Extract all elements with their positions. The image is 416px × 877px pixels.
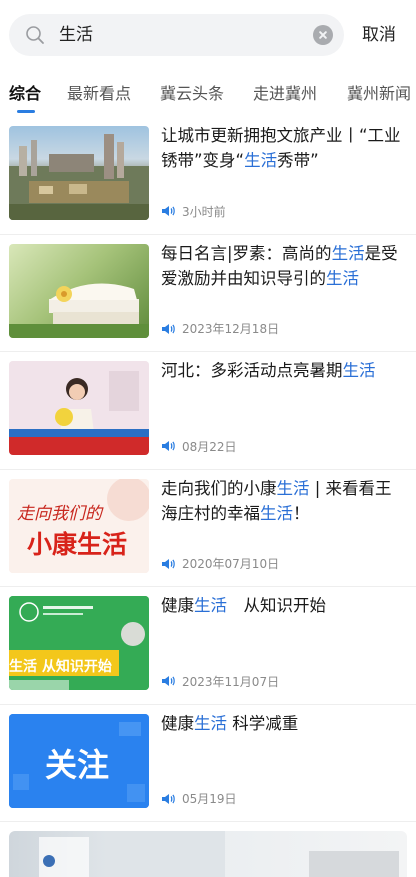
news-thumbnail	[9, 361, 149, 455]
poster-text-line2: 小康生活	[27, 530, 127, 559]
news-thumbnail: 生活 从知识开始	[9, 596, 149, 690]
tab-jiyun-headlines[interactable]: 冀云头条	[160, 80, 224, 104]
speaker-icon[interactable]	[161, 204, 175, 218]
news-thumbnail: 关注	[9, 713, 149, 808]
speaker-icon[interactable]	[161, 792, 175, 806]
news-meta: 3小时前	[161, 203, 226, 219]
news-title: 健康生活 科学减重	[161, 713, 299, 733]
news-title: 健康生活 从知识开始	[161, 596, 326, 615]
book-flower-image	[9, 283, 149, 338]
search-header: 生活 取消	[0, 0, 416, 70]
news-time: 2020年07月10日	[182, 557, 280, 571]
category-tabs: 综合 最新看点 冀云头条 走进冀州 冀州新闻	[0, 72, 416, 116]
speaker-icon[interactable]	[161, 674, 175, 688]
active-tab-indicator	[17, 110, 35, 113]
speaker-icon[interactable]	[161, 557, 175, 571]
news-meta: 05月19日	[161, 791, 237, 807]
news-thumbnail	[9, 126, 149, 220]
search-input[interactable]: 生活	[9, 14, 344, 56]
news-thumbnail: 走向我们的 小康生活	[9, 478, 149, 573]
news-thumbnail	[9, 243, 149, 338]
speaker-icon[interactable]	[161, 439, 175, 453]
news-meta: 2023年12月18日	[161, 321, 279, 337]
news-time: 3小时前	[182, 204, 226, 219]
news-title: 让城市更新拥抱文旅产业丨“工业锈带”变身“生活秀带”	[161, 126, 401, 170]
search-query: 生活	[59, 25, 93, 45]
news-title: 每日名言|罗素：高尚的生活是受爱激励并由知识导引的生活	[161, 243, 398, 288]
list-item[interactable]: 河北：多彩活动点亮暑期生活 08月22日	[0, 352, 416, 470]
tab-comprehensive[interactable]: 综合	[9, 80, 41, 104]
tab-into-jizhou[interactable]: 走进冀州	[253, 80, 317, 104]
xiaokang-poster-image: 走向我们的 小康生活	[9, 478, 149, 573]
news-title: 走向我们的小康生活 | 来看看王海庄村的幸福生活！	[161, 478, 392, 523]
news-time: 05月19日	[182, 792, 237, 806]
city-aerial-image	[9, 134, 149, 220]
clear-icon[interactable]	[313, 25, 333, 45]
news-meta: 2020年07月10日	[161, 556, 279, 572]
cancel-button[interactable]: 取消	[362, 14, 396, 56]
thumb-banner-text: 生活 从知识开始	[9, 659, 112, 675]
news-title: 河北：多彩活动点亮暑期生活	[161, 361, 376, 380]
list-item[interactable]: 走向我们的 小康生活 走向我们的小康生活 | 来看看王海庄村的幸福生活！ 202…	[0, 470, 416, 587]
list-item[interactable]: 关注 健康生活 科学减重 05月19日	[0, 705, 416, 822]
news-time: 2023年12月18日	[182, 322, 280, 336]
child-broadcast-image	[9, 361, 149, 455]
news-time: 08月22日	[182, 439, 237, 454]
list-item-partial[interactable]	[9, 831, 407, 877]
tab-latest[interactable]: 最新看点	[67, 80, 131, 104]
news-time: 2023年11月07日	[182, 674, 280, 689]
tab-jizhou-news[interactable]: 冀州新闻	[347, 80, 411, 104]
search-icon	[26, 26, 44, 44]
news-list: 让城市更新拥抱文旅产业丨“工业锈带”变身“生活秀带” 3小时前 每日名言|罗素：…	[0, 117, 416, 822]
speaker-icon[interactable]	[161, 322, 175, 336]
list-item[interactable]: 每日名言|罗素：高尚的生活是受爱激励并由知识导引的生活 2023年12月18日	[0, 235, 416, 352]
news-meta: 2023年11月07日	[161, 673, 279, 689]
list-item[interactable]: 生活 从知识开始 健康生活 从知识开始 2023年11月07日	[0, 587, 416, 705]
list-item[interactable]: 让城市更新拥抱文旅产业丨“工业锈带”变身“生活秀带” 3小时前	[0, 117, 416, 235]
thumb-banner-text: 关注	[45, 745, 110, 784]
poster-text-line1: 走向我们的	[17, 504, 104, 524]
partial-thumbnail-image	[39, 831, 399, 877]
news-meta: 08月22日	[161, 438, 237, 454]
